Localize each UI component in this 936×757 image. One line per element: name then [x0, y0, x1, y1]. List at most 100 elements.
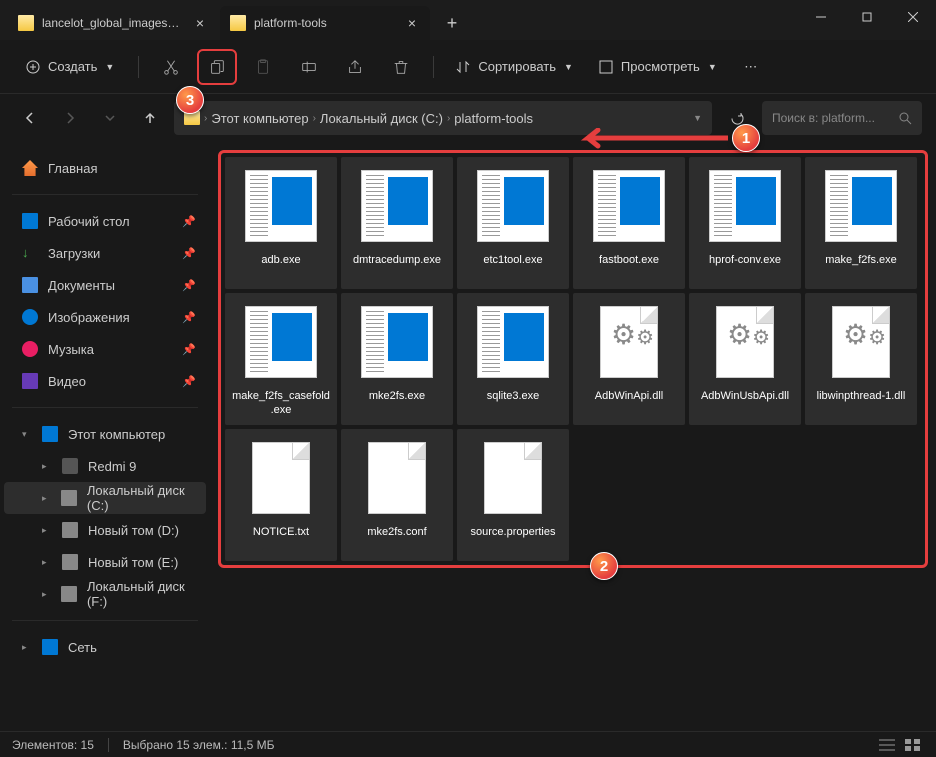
sidebar-item-Документы[interactable]: Документы 📌 [4, 269, 206, 301]
close-icon[interactable]: × [192, 15, 208, 31]
recent-button[interactable] [94, 102, 126, 134]
chevron-down-icon[interactable]: ▼ [693, 113, 702, 123]
paste-button[interactable] [243, 49, 283, 85]
sidebar-item-Изображения[interactable]: Изображения📌 [4, 301, 206, 333]
crumb-this-pc[interactable]: Этот компьютер [211, 111, 308, 126]
file-label: mke2fs.exe [369, 389, 425, 403]
item-count: Элементов: 15 [12, 738, 94, 752]
up-button[interactable] [134, 102, 166, 134]
selection-info: Выбрано 15 элем.: 11,5 МБ [123, 738, 275, 752]
search-input[interactable]: Поиск в: platform... [762, 101, 922, 135]
sidebar-label: Локальный диск (F:) [87, 579, 196, 609]
details-view-button[interactable] [876, 736, 898, 754]
network-icon [42, 639, 58, 655]
crumb-platform-tools[interactable]: platform-tools [454, 111, 533, 126]
tab-lancelot[interactable]: lancelot_global_images_V13.0.4 × [8, 6, 218, 40]
copy-button[interactable] [197, 49, 237, 85]
chevron-down-icon: ▼ [708, 62, 717, 72]
more-button[interactable]: ⋯ [733, 49, 769, 85]
share-button[interactable] [335, 49, 375, 85]
sidebar-item-drive[interactable]: ▸Redmi 9 [4, 450, 206, 482]
chevron-right-icon[interactable]: ▸ [22, 642, 32, 653]
chevron-right-icon[interactable]: ▸ [42, 589, 51, 600]
exe-icon [593, 170, 665, 242]
folder-icon [18, 15, 34, 31]
pin-icon: 📌 [182, 279, 196, 292]
exe-icon [477, 306, 549, 378]
chevron-right-icon[interactable]: ▸ [42, 493, 51, 504]
sidebar-item-drive[interactable]: ▸Новый том (D:) [4, 514, 206, 546]
file-label: make_f2fs.exe [825, 253, 897, 267]
disk-icon [62, 554, 78, 570]
file-item[interactable]: adb.exe [225, 157, 337, 289]
content-area[interactable]: adb.exedmtracedump.exeetc1tool.exefastbo… [210, 142, 936, 746]
sidebar-item-this-pc[interactable]: ▾ Этот компьютер [4, 418, 206, 450]
sidebar-label: Локальный диск (C:) [87, 483, 196, 513]
file-item[interactable]: source.properties [457, 429, 569, 561]
file-item[interactable]: make_f2fs.exe [805, 157, 917, 289]
file-label: make_f2fs_casefold.exe [231, 389, 331, 417]
tab-platform-tools[interactable]: platform-tools × [220, 6, 430, 40]
file-item[interactable]: mke2fs.exe [341, 293, 453, 425]
sidebar-item-drive[interactable]: ▸ Локальный диск (F:) [4, 578, 206, 610]
create-label: Создать [48, 59, 97, 74]
chevron-right-icon[interactable]: ▸ [42, 525, 52, 536]
sidebar-item-home[interactable]: Главная [4, 152, 206, 184]
dll-icon: ⚙⚙ [600, 306, 658, 378]
statusbar: Элементов: 15 Выбрано 15 элем.: 11,5 МБ [0, 731, 936, 757]
back-button[interactable] [14, 102, 46, 134]
close-icon[interactable]: × [404, 15, 420, 31]
file-label: source.properties [471, 525, 556, 539]
file-item[interactable]: etc1tool.exe [457, 157, 569, 289]
view-button[interactable]: Просмотреть ▼ [589, 53, 727, 80]
sidebar-item-Музыка[interactable]: Музыка📌 [4, 333, 206, 365]
exe-icon [245, 306, 317, 378]
new-tab-button[interactable]: + [432, 6, 472, 40]
file-item[interactable]: sqlite3.exe [457, 293, 569, 425]
separator [12, 620, 198, 621]
sidebar-item-network[interactable]: ▸ Сеть [4, 631, 206, 663]
separator [108, 738, 109, 752]
file-label: sqlite3.exe [487, 389, 540, 403]
file-item[interactable]: fastboot.exe [573, 157, 685, 289]
exe-icon [245, 170, 317, 242]
sort-button[interactable]: Сортировать ▼ [446, 53, 583, 80]
file-item[interactable]: NOTICE.txt [225, 429, 337, 561]
close-button[interactable] [890, 0, 936, 34]
sidebar-item-Рабочий стол[interactable]: Рабочий стол📌 [4, 205, 206, 237]
sidebar-label: Документы [48, 278, 115, 293]
chevron-right-icon[interactable]: ▸ [42, 461, 52, 472]
chevron-down-icon[interactable]: ▾ [22, 429, 32, 440]
cut-button[interactable] [151, 49, 191, 85]
maximize-button[interactable] [844, 0, 890, 34]
arrow-icon [568, 128, 728, 152]
sidebar-item-drive[interactable]: ▸Новый том (E:) [4, 546, 206, 578]
icons-view-button[interactable] [902, 736, 924, 754]
sidebar-item-drive[interactable]: ▸ Локальный диск (C:) [4, 482, 206, 514]
delete-button[interactable] [381, 49, 421, 85]
file-item[interactable]: ⚙⚙libwinpthread-1.dll [805, 293, 917, 425]
dll-icon: ⚙⚙ [716, 306, 774, 378]
forward-button[interactable] [54, 102, 86, 134]
crumb-disk-c[interactable]: Локальный диск (C:) [320, 111, 443, 126]
create-button[interactable]: Создать ▼ [14, 53, 126, 80]
pin-icon: 📌 [182, 215, 196, 228]
file-item[interactable]: ⚙⚙AdbWinApi.dll [573, 293, 685, 425]
file-item[interactable]: mke2fs.conf [341, 429, 453, 561]
rename-button[interactable] [289, 49, 329, 85]
chevron-right-icon: › [204, 113, 207, 124]
chevron-right-icon[interactable]: ▸ [42, 557, 52, 568]
minimize-button[interactable] [798, 0, 844, 34]
file-item[interactable]: make_f2fs_casefold.exe [225, 293, 337, 425]
file-item[interactable]: dmtracedump.exe [341, 157, 453, 289]
sidebar: Главная Рабочий стол📌↓Загрузки📌Документы… [0, 142, 210, 746]
pin-icon: 📌 [182, 311, 196, 324]
sidebar-item-Видео[interactable]: Видео📌 [4, 365, 206, 397]
file-label: libwinpthread-1.dll [817, 389, 906, 403]
separator [138, 56, 139, 78]
tab-label: lancelot_global_images_V13.0.4 [42, 16, 184, 30]
sidebar-item-Загрузки[interactable]: ↓Загрузки📌 [4, 237, 206, 269]
titlebar: lancelot_global_images_V13.0.4 × platfor… [0, 0, 936, 40]
file-item[interactable]: ⚙⚙AdbWinUsbApi.dll [689, 293, 801, 425]
file-item[interactable]: hprof-conv.exe [689, 157, 801, 289]
